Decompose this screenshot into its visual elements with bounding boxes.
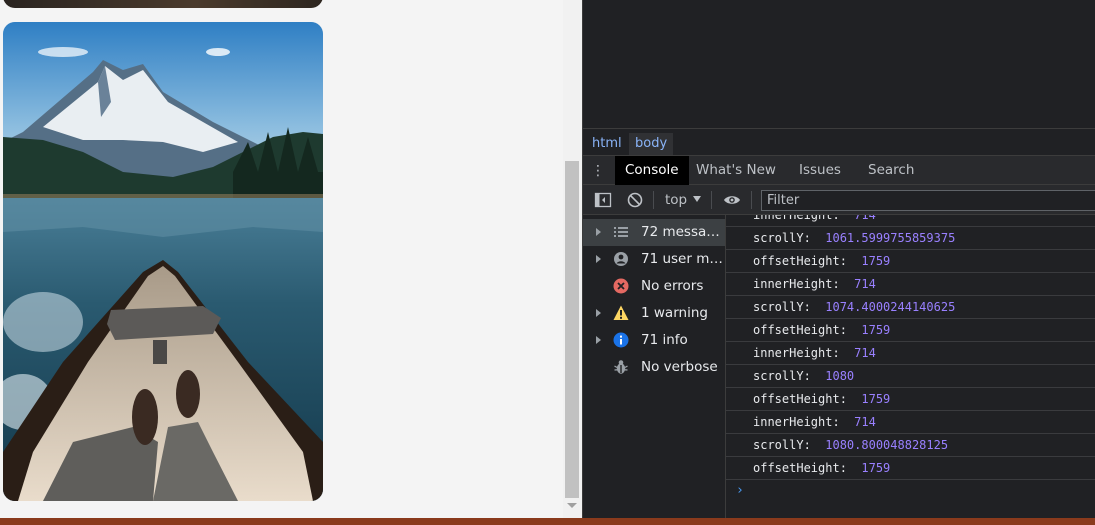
log-key: scrollY: bbox=[753, 300, 811, 314]
clear-console-icon[interactable] bbox=[626, 191, 644, 209]
toggle-sidebar-icon[interactable] bbox=[594, 191, 612, 209]
sidebar-item-warnings[interactable]: 1 warning bbox=[583, 300, 725, 327]
console-sidebar: 72 messages 71 user mes... No errors 1 w… bbox=[583, 215, 726, 518]
console-message[interactable]: scrollY: 1080 bbox=[726, 365, 1095, 388]
canoe-lake-photo bbox=[3, 22, 323, 501]
log-key: offsetHeight: bbox=[753, 392, 847, 406]
chevron-down-icon[interactable] bbox=[693, 196, 701, 202]
toolbar-divider bbox=[751, 191, 752, 209]
log-key: innerHeight: bbox=[753, 346, 840, 360]
log-key: offsetHeight: bbox=[753, 461, 847, 475]
tab-whats-new[interactable]: What's New bbox=[686, 156, 786, 185]
log-value: 1759 bbox=[861, 323, 891, 337]
web-page-viewport bbox=[0, 0, 563, 518]
context-selector-label[interactable]: top bbox=[665, 190, 687, 210]
filter-input[interactable] bbox=[761, 190, 1095, 211]
console-message[interactable]: offsetHeight: 1759 bbox=[726, 457, 1095, 480]
log-key: innerHeight: bbox=[753, 415, 840, 429]
sidebar-item-label: No verbose bbox=[641, 359, 718, 375]
console-message[interactable]: scrollY: 1080.800048828125 bbox=[726, 434, 1095, 457]
log-value: 1080.800048828125 bbox=[825, 438, 949, 452]
bottom-edge-strip bbox=[0, 518, 1095, 525]
console-message[interactable]: scrollY: 1061.5999755859375 bbox=[726, 227, 1095, 250]
log-key: offsetHeight: bbox=[753, 254, 847, 268]
console-message[interactable]: offsetHeight: 1759 bbox=[726, 388, 1095, 411]
console-message[interactable]: offsetHeight: 1759 bbox=[726, 250, 1095, 273]
elements-tree-area bbox=[583, 0, 1095, 128]
tab-issues[interactable]: Issues bbox=[789, 156, 851, 185]
sidebar-item-errors[interactable]: No errors bbox=[583, 273, 725, 300]
sidebar-item-label: 72 messages bbox=[641, 224, 723, 240]
log-key: scrollY: bbox=[753, 438, 811, 452]
log-key: innerHeight: bbox=[753, 215, 840, 222]
sidebar-item-info[interactable]: 71 info bbox=[583, 327, 725, 354]
log-value: 1074.4000244140625 bbox=[825, 300, 956, 314]
log-value: 1061.5999755859375 bbox=[825, 231, 956, 245]
drawer-tabbar: ⋮ Console What's New Issues Search bbox=[583, 155, 1095, 185]
info-icon bbox=[613, 332, 629, 348]
warning-icon bbox=[613, 305, 629, 321]
tab-console[interactable]: Console bbox=[615, 156, 689, 185]
sidebar-item-messages[interactable]: 72 messages bbox=[583, 219, 725, 246]
breadcrumb: html body bbox=[583, 128, 1095, 155]
console-message[interactable]: innerHeight: 714 bbox=[726, 411, 1095, 434]
devtools-panel: html body ⋮ Console What's New Issues Se… bbox=[582, 0, 1095, 518]
console-message[interactable]: scrollY: 1074.4000244140625 bbox=[726, 296, 1095, 319]
expand-arrow-icon[interactable] bbox=[596, 228, 601, 236]
expand-arrow-icon[interactable] bbox=[596, 309, 601, 317]
console-toolbar: top bbox=[583, 185, 1095, 215]
log-value: 714 bbox=[854, 346, 876, 360]
log-value: 714 bbox=[854, 415, 876, 429]
log-value: 1759 bbox=[861, 461, 891, 475]
page-scrollbar[interactable] bbox=[563, 0, 582, 518]
sidebar-item-label: 1 warning bbox=[641, 305, 708, 321]
console-message[interactable]: innerHeight: 714 bbox=[726, 273, 1095, 296]
user-icon bbox=[613, 251, 629, 267]
list-icon bbox=[613, 224, 629, 240]
tab-search[interactable]: Search bbox=[858, 156, 924, 185]
bug-icon bbox=[613, 359, 629, 375]
log-value: 714 bbox=[854, 277, 876, 291]
console-message[interactable]: offsetHeight: 1759 bbox=[726, 319, 1095, 342]
console-messages: innerHeight: 714 scrollY: 1061.599975585… bbox=[726, 215, 1095, 518]
breadcrumb-html[interactable]: html bbox=[586, 133, 628, 155]
scroll-down-arrow-icon[interactable] bbox=[567, 503, 577, 508]
previous-photo-card bbox=[3, 0, 323, 8]
sidebar-item-label: 71 user mes... bbox=[641, 251, 723, 267]
log-value: 714 bbox=[854, 215, 876, 222]
log-value: 1080 bbox=[825, 369, 855, 383]
expand-arrow-icon[interactable] bbox=[596, 336, 601, 344]
sidebar-item-verbose[interactable]: No verbose bbox=[583, 354, 725, 381]
log-key: scrollY: bbox=[753, 369, 811, 383]
sidebar-item-label: No errors bbox=[641, 278, 704, 294]
log-value: 1759 bbox=[861, 254, 891, 268]
console-message[interactable]: innerHeight: 714 bbox=[726, 215, 1095, 227]
log-key: offsetHeight: bbox=[753, 323, 847, 337]
breadcrumb-body[interactable]: body bbox=[629, 133, 674, 155]
console-prompt-chevron-icon[interactable]: › bbox=[736, 483, 744, 498]
sidebar-item-label: 71 info bbox=[641, 332, 688, 348]
sidebar-item-user-messages[interactable]: 71 user mes... bbox=[583, 246, 725, 273]
toolbar-divider bbox=[711, 191, 712, 209]
live-expression-eye-icon[interactable] bbox=[723, 191, 741, 209]
log-key: innerHeight: bbox=[753, 277, 840, 291]
error-icon bbox=[613, 278, 629, 294]
more-tabs-kebab-icon[interactable]: ⋮ bbox=[591, 163, 605, 179]
page-scrollbar-thumb[interactable] bbox=[565, 161, 579, 498]
log-value: 1759 bbox=[861, 392, 891, 406]
expand-arrow-icon[interactable] bbox=[596, 255, 601, 263]
toolbar-divider bbox=[653, 191, 654, 209]
console-message[interactable]: innerHeight: 714 bbox=[726, 342, 1095, 365]
log-key: scrollY: bbox=[753, 231, 811, 245]
